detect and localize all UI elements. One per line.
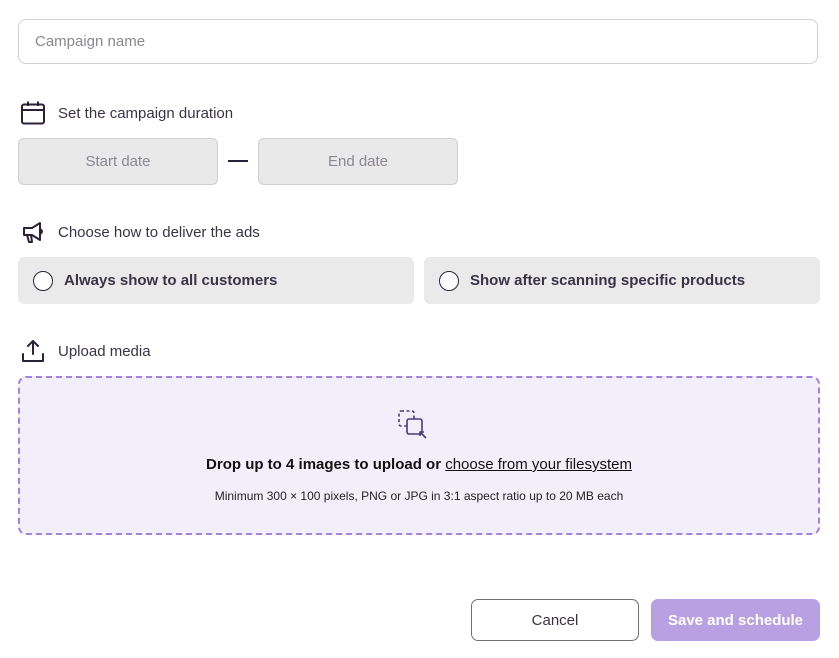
radio-option-label: Show after scanning specific products (470, 272, 746, 289)
campaign-name-input[interactable] (18, 19, 818, 64)
save-button-label: Save and schedule (667, 611, 804, 629)
cancel-button[interactable]: Cancel (471, 599, 639, 641)
megaphone-icon (20, 219, 46, 245)
duration-label: Set the campaign duration (58, 104, 234, 122)
calendar-icon (20, 100, 46, 126)
end-date-label: End date (327, 153, 389, 170)
dropzone-requirements: Minimum 300 × 100 pixels, PNG or JPG in … (214, 489, 624, 503)
start-date-label: Start date (85, 153, 151, 170)
radio-option-label: Always show to all customers (64, 272, 278, 289)
radio-button[interactable] (439, 270, 459, 291)
duration-section-label: Set the campaign duration (20, 100, 233, 126)
radio-option-after-scanning[interactable]: Show after scanning specific products (424, 257, 820, 304)
radio-button[interactable] (33, 270, 53, 291)
delivery-label: Choose how to deliver the ads (58, 223, 260, 241)
delivery-section-label: Choose how to deliver the ads (20, 219, 260, 245)
end-date-button[interactable]: End date (258, 138, 458, 185)
save-and-schedule-button[interactable]: Save and schedule (651, 599, 820, 641)
upload-icon (20, 338, 46, 364)
date-range-separator (228, 160, 248, 162)
cancel-button-label: Cancel (531, 611, 579, 629)
drag-drop-icon (396, 408, 430, 442)
start-date-button[interactable]: Start date (18, 138, 218, 185)
upload-label: Upload media (58, 342, 151, 360)
dropzone-instructions: Drop up to 4 images to upload or choose … (20, 456, 818, 473)
media-dropzone[interactable]: Drop up to 4 images to upload or choose … (18, 376, 820, 535)
choose-file-link[interactable]: choose from your filesystem (445, 456, 632, 473)
radio-option-all-customers[interactable]: Always show to all customers (18, 257, 414, 304)
dropzone-text: Drop up to 4 images to upload or (206, 456, 446, 473)
campaign-form: Set the campaign duration Start date End… (0, 0, 839, 658)
upload-section-label: Upload media (20, 338, 151, 364)
